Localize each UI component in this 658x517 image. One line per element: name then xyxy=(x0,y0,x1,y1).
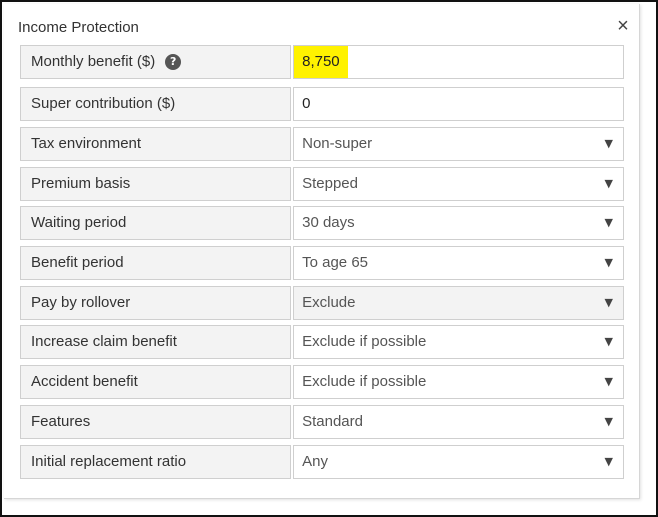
field-label: Waiting period xyxy=(20,206,292,240)
premium-basis-select[interactable]: Stepped ▼ xyxy=(293,167,624,201)
field-label: Features xyxy=(20,405,292,439)
screenshot-frame: Income Protection × Monthly benefit ($) … xyxy=(0,0,658,517)
features-select[interactable]: Standard ▼ xyxy=(293,405,624,439)
field-label-text: Monthly benefit ($) xyxy=(31,53,156,70)
initial-replacement-ratio-select[interactable]: Any ▼ xyxy=(293,445,624,479)
pay-by-rollover-select[interactable]: Exclude ▼ xyxy=(293,286,624,320)
chevron-down-icon: ▼ xyxy=(604,375,613,388)
chevron-down-icon: ▼ xyxy=(604,137,613,150)
chevron-down-icon: ▼ xyxy=(604,216,613,229)
field-label: Super contribution ($) xyxy=(20,87,292,121)
field-value: 30 days xyxy=(302,214,355,231)
waiting-period-select[interactable]: 30 days ▼ xyxy=(293,206,624,240)
super-contribution-input[interactable]: 0 xyxy=(293,87,624,121)
row-benefit-period: Benefit period To age 65 ▼ xyxy=(20,246,624,280)
field-value: 0 xyxy=(302,95,311,112)
field-label-text: Tax environment xyxy=(31,135,142,152)
field-label-text: Waiting period xyxy=(31,214,127,231)
field-value: Any xyxy=(302,453,328,470)
row-increase-claim-benefit: Increase claim benefit Exclude if possib… xyxy=(20,325,624,359)
chevron-down-icon: ▼ xyxy=(604,177,613,190)
row-waiting-period: Waiting period 30 days ▼ xyxy=(20,206,624,240)
highlighted-value: 8,750 xyxy=(294,46,348,78)
help-icon[interactable]: ? xyxy=(165,54,182,70)
row-accident-benefit: Accident benefit Exclude if possible ▼ xyxy=(20,365,624,399)
benefit-period-select[interactable]: To age 65 ▼ xyxy=(293,246,624,280)
chevron-down-icon: ▼ xyxy=(604,415,613,428)
field-label: Pay by rollover xyxy=(20,286,292,320)
income-protection-panel: Income Protection × Monthly benefit ($) … xyxy=(4,4,640,499)
chevron-down-icon: ▼ xyxy=(604,256,613,269)
field-label: Monthly benefit ($) ? xyxy=(20,45,292,79)
field-value: Exclude if possible xyxy=(302,333,427,350)
field-label: Tax environment xyxy=(20,127,292,161)
field-value: Standard xyxy=(302,413,363,430)
row-monthly-benefit: Monthly benefit ($) ? 8,750 xyxy=(20,45,624,79)
field-label-text: Initial replacement ratio xyxy=(31,453,187,470)
field-value: Non-super xyxy=(302,135,373,152)
field-value: Exclude if possible xyxy=(302,373,427,390)
row-super-contribution: Super contribution ($) 0 xyxy=(20,87,624,121)
row-premium-basis: Premium basis Stepped ▼ xyxy=(20,167,624,201)
row-features: Features Standard ▼ xyxy=(20,405,624,439)
field-value: Exclude xyxy=(302,294,356,311)
tax-environment-select[interactable]: Non-super ▼ xyxy=(293,127,624,161)
field-label-text: Premium basis xyxy=(31,175,131,192)
field-label-text: Increase claim benefit xyxy=(31,333,177,350)
panel-title: Income Protection xyxy=(18,19,139,36)
field-label: Initial replacement ratio xyxy=(20,445,292,479)
close-icon[interactable]: × xyxy=(614,15,632,37)
chevron-down-icon: ▼ xyxy=(604,335,613,348)
increase-claim-benefit-select[interactable]: Exclude if possible ▼ xyxy=(293,325,624,359)
field-label-text: Accident benefit xyxy=(31,373,138,390)
accident-benefit-select[interactable]: Exclude if possible ▼ xyxy=(293,365,624,399)
chevron-down-icon: ▼ xyxy=(604,296,613,309)
field-label: Premium basis xyxy=(20,167,292,201)
field-label-text: Pay by rollover xyxy=(31,294,131,311)
row-tax-environment: Tax environment Non-super ▼ xyxy=(20,127,624,161)
row-initial-replacement-ratio: Initial replacement ratio Any ▼ xyxy=(20,445,624,479)
monthly-benefit-input[interactable]: 8,750 xyxy=(293,45,624,79)
field-value: To age 65 xyxy=(302,254,368,271)
field-label: Increase claim benefit xyxy=(20,325,292,359)
field-label: Accident benefit xyxy=(20,365,292,399)
field-label-text: Features xyxy=(31,413,91,430)
field-value: Stepped xyxy=(302,175,358,192)
field-label: Benefit period xyxy=(20,246,292,280)
field-label-text: Benefit period xyxy=(31,254,124,271)
chevron-down-icon: ▼ xyxy=(604,455,613,468)
row-pay-by-rollover: Pay by rollover Exclude ▼ xyxy=(20,286,624,320)
field-label-text: Super contribution ($) xyxy=(31,95,176,112)
